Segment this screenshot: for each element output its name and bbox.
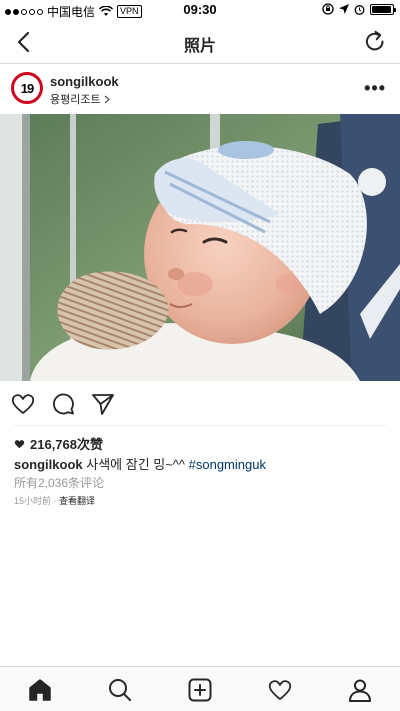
profile-icon[interactable] bbox=[347, 677, 373, 703]
more-options-button[interactable]: ••• bbox=[364, 78, 386, 99]
status-bar: 中国电信 VPN 09:30 bbox=[0, 0, 400, 20]
post-meta: 15小时前 · 查看翻译 bbox=[14, 494, 95, 507]
post-time: 15小时前 bbox=[14, 496, 52, 506]
caption-hashtag[interactable]: #songminguk bbox=[189, 457, 266, 472]
tab-bar bbox=[0, 666, 400, 711]
post-location[interactable]: 용평리조트 bbox=[50, 91, 110, 107]
caption-username[interactable]: songilkook bbox=[14, 457, 83, 472]
likes-label: 216,768次赞 bbox=[30, 437, 103, 452]
location-label: 용평리조트 bbox=[50, 94, 101, 106]
heart-filled-icon bbox=[14, 439, 25, 448]
refresh-icon[interactable] bbox=[362, 29, 388, 55]
nav-bar: 照片 bbox=[0, 20, 400, 64]
home-icon[interactable] bbox=[27, 677, 53, 703]
activity-heart-icon[interactable] bbox=[267, 677, 293, 703]
view-all-comments-link[interactable]: 所有2,036条评论 bbox=[14, 474, 104, 491]
post-username[interactable]: songilkook bbox=[50, 74, 119, 89]
avatar[interactable]: 19 bbox=[11, 72, 43, 104]
share-icon[interactable] bbox=[90, 391, 116, 417]
see-translation-link[interactable]: 查看翻译 bbox=[59, 496, 95, 506]
actions-divider bbox=[14, 425, 386, 426]
post-actions bbox=[0, 389, 400, 419]
baby-photo-image bbox=[0, 114, 400, 381]
alarm-icon bbox=[354, 4, 365, 15]
comment-icon[interactable] bbox=[50, 391, 76, 417]
post-header: 19 songilkook 용평리조트 ••• bbox=[0, 64, 400, 114]
page-title: 照片 bbox=[183, 38, 216, 55]
meta-separator: · bbox=[51, 496, 60, 506]
post-photo[interactable] bbox=[0, 114, 400, 381]
search-icon[interactable] bbox=[107, 677, 133, 703]
chevron-right-icon bbox=[104, 95, 110, 103]
post-caption: songilkook 사색에 잠긴 밍~^^ #songminguk bbox=[14, 454, 266, 473]
likes-count[interactable]: 216,768次赞 bbox=[14, 434, 103, 453]
heart-icon[interactable] bbox=[10, 391, 36, 417]
status-right bbox=[322, 3, 396, 15]
battery-icon bbox=[370, 3, 396, 15]
rotation-lock-icon bbox=[322, 3, 334, 15]
location-arrow-icon bbox=[339, 4, 349, 14]
caption-text: 사색에 잠긴 밍~^^ bbox=[82, 457, 189, 472]
avatar-text: 19 bbox=[20, 80, 35, 96]
add-icon[interactable] bbox=[187, 677, 213, 703]
